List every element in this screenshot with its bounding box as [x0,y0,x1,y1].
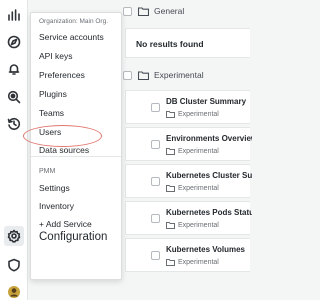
menu-item-plugins[interactable]: Plugins [39,89,67,99]
dashboard-card[interactable]: Kubernetes Volumes Experimental [125,238,250,272]
folder-name: Experimental [154,70,204,80]
folder-icon [166,111,175,118]
folder-icon [166,148,175,155]
dashboard-card[interactable]: Kubernetes Cluster Summary Experimental [125,164,252,198]
dashboard-title[interactable]: DB Cluster Summary [166,97,252,106]
app-root: General No results found Experimental DB… [0,0,252,300]
dashboard-card[interactable]: Kubernetes Pods Status Experimental [125,201,252,235]
dashboard-checkbox[interactable] [151,251,160,260]
dashboards-icon[interactable] [4,5,24,25]
folder-row-general[interactable]: General [123,0,250,22]
menu-item-settings[interactable]: Settings [39,183,70,193]
dashboard-folder-name: Experimental [178,259,219,266]
dashboard-folder-name: Experimental [178,185,219,192]
dashboard-checkbox[interactable] [151,140,160,149]
dashboard-list: General No results found Experimental DB… [105,0,252,300]
alerting-icon[interactable] [4,59,24,79]
no-results-text: No results found [136,39,204,49]
server-admin-icon[interactable] [4,255,24,275]
configuration-icon[interactable] [4,226,24,246]
folder-name: General [154,6,185,16]
explore-icon[interactable] [4,32,24,52]
menu-item-inventory[interactable]: Inventory [39,201,74,211]
dashboard-checkbox[interactable] [151,103,160,112]
folder-row-experimental[interactable]: Experimental [123,64,250,86]
no-results-card: No results found [125,28,250,58]
dashboard-folder-tag: Experimental [166,185,219,192]
dashboard-card[interactable]: DB Cluster Summary Experimental [125,90,250,124]
dashboard-title[interactable]: Kubernetes Cluster Summary [166,171,252,180]
dashboard-title[interactable]: Environments Overview [166,134,252,143]
dashboard-folder-name: Experimental [178,111,219,118]
menu-item-api-keys[interactable]: API keys [39,51,73,61]
dashboard-folder-tag: Experimental [166,259,219,266]
dashboard-checkbox[interactable] [151,214,160,223]
folder-icon [166,222,175,229]
dashboard-folder-name: Experimental [178,148,219,155]
dashboard-title[interactable]: Kubernetes Volumes [166,245,252,254]
dashboard-title[interactable]: Kubernetes Pods Status [166,208,252,217]
folder-icon [166,259,175,266]
folder-icon [137,6,150,16]
menu-item-service-accounts[interactable]: Service accounts [39,32,104,42]
dashboard-folder-tag: Experimental [166,111,219,118]
side-nav-rail [0,0,28,300]
dashboard-card[interactable]: Environments Overview Experimental [125,127,252,161]
user-avatar[interactable] [4,282,24,300]
dashboard-checkbox[interactable] [151,177,160,186]
folder-open-icon [137,70,150,80]
menu-title-configuration[interactable]: Configuration [39,231,107,243]
menu-item-add-service[interactable]: + Add Service [39,219,92,229]
dashboard-folder-tag: Experimental [166,222,219,229]
menu-section-pmm: PMM [39,168,56,175]
dashboard-folder-tag: Experimental [166,148,219,155]
dashboard-folder-name: Experimental [178,222,219,229]
menu-org-heading: Organization: Main Org. [39,18,109,25]
history-icon[interactable] [4,114,24,134]
folder-checkbox[interactable] [123,6,132,16]
folder-icon [166,185,175,192]
menu-divider [31,156,121,157]
folder-checkbox[interactable] [123,70,132,80]
menu-item-preferences[interactable]: Preferences [39,70,85,80]
highlight-annotation [23,125,102,147]
menu-item-teams[interactable]: Teams [39,108,64,118]
query-analytics-icon[interactable] [4,87,24,107]
